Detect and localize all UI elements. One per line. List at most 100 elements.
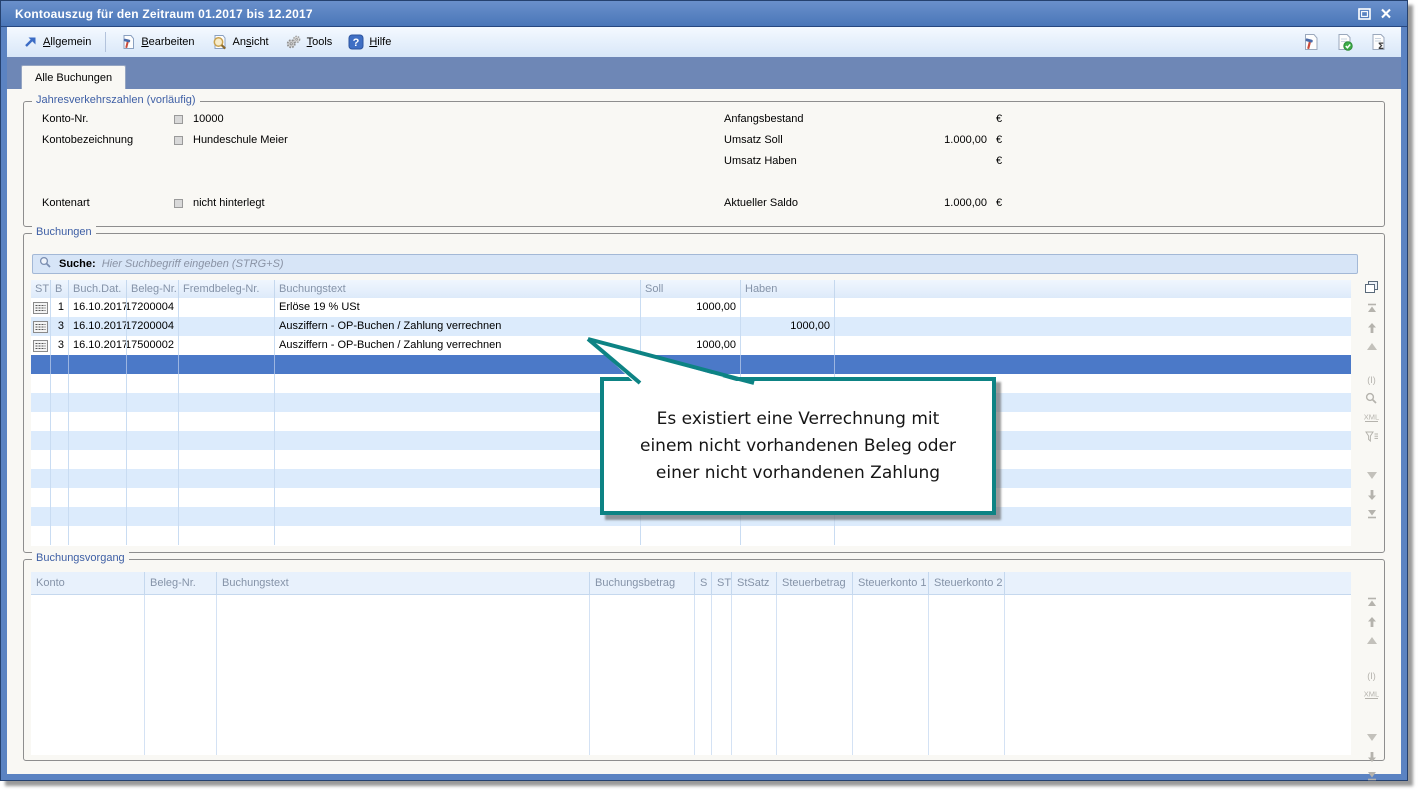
menu-item-label: Allgemein [43, 36, 91, 48]
field-label: Umsatz Soll [724, 134, 842, 146]
cell-beleg [127, 507, 179, 526]
column-header-fremdbeleg-nr-[interactable]: Fremdbeleg-Nr. [179, 280, 275, 298]
column-header-st[interactable]: ST [712, 572, 732, 594]
document-tool-icon [120, 34, 136, 50]
scroll-top-icon[interactable] [1366, 596, 1378, 609]
callout-pointer-icon [576, 330, 786, 392]
column-separator [776, 595, 777, 755]
cell-b [51, 488, 69, 507]
cell-st [31, 298, 51, 317]
cell-fremdbeleg [179, 507, 275, 526]
cell-haben [741, 526, 835, 545]
table-row[interactable]: 116.10.201717200004Erlöse 19 % USt1000,0… [31, 298, 1351, 317]
cell-st [31, 450, 51, 469]
column-header-steuerbetrag[interactable]: Steuerbetrag [777, 572, 853, 594]
cell-text [275, 469, 641, 488]
cell-text [275, 431, 641, 450]
svg-text:(I): (I) [1367, 671, 1376, 681]
cell-fremdbeleg [179, 298, 275, 317]
cell-st [31, 469, 51, 488]
currency-unit: € [996, 113, 1002, 125]
menu-item-tools[interactable]: Tools [277, 31, 341, 53]
groupbox-title: Buchungen [32, 226, 96, 238]
triangle-up-icon[interactable] [1366, 340, 1378, 353]
groupbox-title: Buchungsvorgang [32, 552, 129, 564]
column-header-konto[interactable]: Konto [31, 572, 145, 594]
copy-icon[interactable] [1364, 280, 1379, 293]
tab-alle-buchungen[interactable]: Alle Buchungen [21, 65, 126, 89]
column-header-buch-dat-[interactable]: Buch.Dat. [69, 280, 127, 298]
cell-b: 1 [51, 298, 69, 317]
svg-text:(I): (I) [1367, 375, 1376, 385]
search-input[interactable]: Suche: Hier Suchbegriff eingeben (STRG+S… [32, 254, 1358, 274]
arrow-down-icon[interactable] [1366, 488, 1378, 501]
menu-item-hilfe[interactable]: ?Hilfe [340, 31, 399, 53]
column-header-buchungstext[interactable]: Buchungstext [275, 280, 641, 298]
column-header-filler [835, 280, 1349, 298]
column-header-buchungsbetrag[interactable]: Buchungsbetrag [590, 572, 695, 594]
menubar-separator [105, 32, 106, 52]
column-separator [711, 595, 712, 755]
column-header-steuerkonto-1[interactable]: Steuerkonto 1 [853, 572, 929, 594]
field-value: 1.000,00 [842, 197, 987, 209]
callout-line: einer nicht vorhandenen Zahlung [656, 460, 940, 487]
cell-b: 3 [51, 317, 69, 336]
menu-item-allgemein[interactable]: Allgemein [15, 32, 99, 52]
brace-i-icon[interactable]: (I) [1364, 373, 1379, 386]
cell-b [51, 526, 69, 545]
triangle-down-icon[interactable] [1366, 731, 1378, 744]
column-header-haben[interactable]: Haben [741, 280, 835, 298]
column-header-soll[interactable]: Soll [641, 280, 741, 298]
scroll-top-icon[interactable] [1366, 302, 1378, 315]
arrow-up-icon[interactable] [1366, 321, 1378, 334]
column-header-beleg-nr-[interactable]: Beleg-Nr. [145, 572, 217, 594]
column-header-buchungstext[interactable]: Buchungstext [217, 572, 590, 594]
column-header-st[interactable]: ST [31, 280, 51, 298]
close-button[interactable] [1375, 5, 1397, 23]
brace-i-icon[interactable]: (I) [1364, 669, 1379, 682]
table-row[interactable] [31, 526, 1351, 545]
document-export-button[interactable]: Σ [1365, 30, 1391, 54]
magnifier-icon[interactable] [1365, 392, 1378, 405]
cell-b [51, 507, 69, 526]
document-tool-large-button[interactable] [1297, 30, 1323, 54]
cell-fremdbeleg [179, 526, 275, 545]
scroll-bottom-icon[interactable] [1366, 507, 1378, 520]
cell-b: 3 [51, 336, 69, 355]
menu-item-ansicht[interactable]: Ansicht [203, 31, 277, 53]
search-placeholder: Hier Suchbegriff eingeben (STRG+S) [102, 258, 284, 270]
filter-icon[interactable] [1365, 430, 1379, 443]
field-label: Konto-Nr. [42, 113, 174, 125]
column-header-beleg-nr-[interactable]: Beleg-Nr. [127, 280, 179, 298]
triangle-down-icon[interactable] [1366, 469, 1378, 482]
scroll-bottom-icon[interactable] [1366, 769, 1378, 782]
field-konto-nr: Konto-Nr. 10000 [42, 112, 224, 126]
cell-beleg: 17200004 [127, 317, 179, 336]
cell-fremdbeleg [179, 450, 275, 469]
column-header-b[interactable]: B [51, 280, 69, 298]
field-value: 10000 [193, 113, 224, 125]
cell-date [69, 412, 127, 431]
document-export-icon: Σ [1369, 33, 1388, 51]
cell-text [275, 507, 641, 526]
field-umsatz-haben: Umsatz Haben € [724, 154, 1002, 168]
cell-fremdbeleg [179, 317, 275, 336]
menu-items: Allgemein BearbeitenAnsichtTools?Hilfe [15, 31, 399, 53]
maximize-button[interactable] [1353, 5, 1375, 23]
arrow-down-icon[interactable] [1366, 750, 1378, 763]
document-check-button[interactable] [1331, 30, 1357, 54]
cell-date [69, 374, 127, 393]
xml-icon[interactable]: XML [1363, 411, 1380, 424]
column-header-stsatz[interactable]: StSatz [732, 572, 777, 594]
st-grid-icon [33, 321, 48, 333]
column-header-s[interactable]: S [695, 572, 712, 594]
triangle-up-icon[interactable] [1366, 634, 1378, 647]
currency-unit: € [996, 155, 1002, 167]
xml-icon[interactable]: XML [1363, 688, 1380, 701]
cell-beleg [127, 393, 179, 412]
menu-item-bearbeiten[interactable]: Bearbeiten [112, 31, 202, 53]
titlebar: Kontoauszug für den Zeitraum 01.2017 bis… [1, 1, 1407, 27]
column-header-steuerkonto-2[interactable]: Steuerkonto 2 [929, 572, 1005, 594]
cell-beleg: 17200004 [127, 298, 179, 317]
arrow-up-icon[interactable] [1366, 615, 1378, 628]
